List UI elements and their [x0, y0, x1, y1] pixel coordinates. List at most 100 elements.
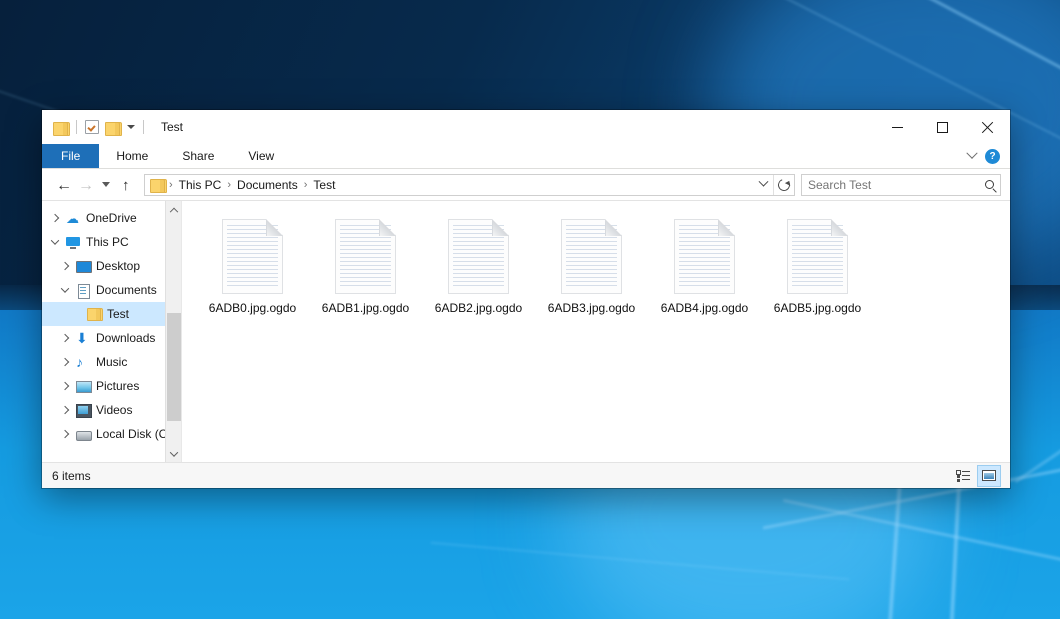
refresh-icon — [776, 177, 792, 193]
search-input[interactable] — [808, 178, 985, 192]
sidebar-item-desktop[interactable]: Desktop — [42, 254, 181, 278]
tab-home[interactable]: Home — [99, 144, 165, 168]
sidebar-label: Music — [96, 350, 127, 374]
file-list-pane[interactable]: 6ADB0.jpg.ogdo 6ADB1.jpg.ogdo — [182, 201, 1010, 462]
chevron-down-icon[interactable] — [127, 125, 135, 129]
navigation-pane: ☁ OneDrive This PC Desktop Documents — [42, 201, 182, 462]
file-name: 6ADB2.jpg.ogdo — [435, 301, 522, 315]
chevron-right-icon[interactable] — [60, 359, 70, 365]
sidebar-label: OneDrive — [86, 206, 137, 230]
document-icon — [335, 219, 396, 294]
ribbon-tabs: File Home Share View ? — [42, 144, 1010, 169]
file-explorer-window: Test File Home Share View ? — [42, 110, 1010, 488]
downloads-icon: ⬇ — [75, 332, 91, 345]
address-bar-row: › This PC › Documents › Test — [42, 169, 1010, 200]
file-item[interactable]: 6ADB5.jpg.ogdo — [761, 213, 874, 331]
search-box[interactable] — [801, 174, 1001, 196]
file-item[interactable]: 6ADB1.jpg.ogdo — [309, 213, 422, 331]
sidebar-label: Documents — [96, 278, 157, 302]
document-icon — [448, 219, 509, 294]
folder-icon[interactable] — [53, 121, 68, 134]
recent-locations-icon — [102, 182, 110, 187]
properties-icon[interactable] — [85, 120, 99, 134]
file-item[interactable]: 6ADB2.jpg.ogdo — [422, 213, 535, 331]
breadcrumb-this-pc[interactable]: This PC — [174, 175, 227, 195]
title-bar: Test — [42, 110, 1010, 144]
close-button[interactable] — [965, 110, 1010, 144]
scrollbar-thumb[interactable] — [167, 313, 181, 421]
tab-share[interactable]: Share — [165, 144, 231, 168]
maximize-button[interactable] — [920, 110, 965, 144]
chevron-right-icon[interactable] — [60, 335, 70, 341]
sidebar-scrollbar[interactable] — [165, 201, 181, 462]
file-name: 6ADB5.jpg.ogdo — [774, 301, 861, 315]
help-icon[interactable]: ? — [985, 149, 1000, 164]
file-name: 6ADB0.jpg.ogdo — [209, 301, 296, 315]
address-bar[interactable]: › This PC › Documents › Test — [144, 174, 795, 196]
sidebar-item-documents[interactable]: Documents — [42, 278, 181, 302]
address-folder-icon — [150, 178, 165, 191]
up-arrow-icon — [122, 179, 134, 191]
refresh-button[interactable] — [774, 175, 794, 195]
documents-icon — [75, 284, 91, 297]
pictures-icon — [75, 380, 91, 393]
file-item[interactable]: 6ADB4.jpg.ogdo — [648, 213, 761, 331]
chevron-down-icon — [758, 177, 768, 187]
chevron-right-icon[interactable] — [60, 407, 70, 413]
view-buttons — [952, 466, 1000, 486]
sidebar-item-onedrive[interactable]: ☁ OneDrive — [42, 206, 181, 230]
chevron-right-icon[interactable] — [60, 383, 70, 389]
back-arrow-icon — [56, 179, 68, 191]
address-dropdown-button[interactable] — [753, 175, 773, 195]
sidebar-item-test[interactable]: Test — [42, 302, 181, 326]
details-view-button[interactable] — [952, 466, 974, 486]
chevron-right-icon[interactable] — [50, 215, 60, 221]
chevron-down-icon[interactable] — [60, 287, 70, 293]
status-bar: 6 items — [42, 462, 1010, 488]
sidebar-label: Videos — [96, 398, 132, 422]
chevron-down-icon[interactable] — [966, 148, 977, 159]
details-view-icon — [956, 470, 970, 481]
forward-button[interactable] — [73, 174, 95, 196]
breadcrumb-test[interactable]: Test — [308, 175, 340, 195]
sidebar-item-local-disk[interactable]: Local Disk (C:) — [42, 422, 181, 446]
up-button[interactable] — [117, 174, 139, 196]
file-grid: 6ADB0.jpg.ogdo 6ADB1.jpg.ogdo — [182, 213, 1010, 331]
file-item[interactable]: 6ADB0.jpg.ogdo — [196, 213, 309, 331]
minimize-button[interactable] — [875, 110, 920, 144]
sidebar-item-videos[interactable]: Videos — [42, 398, 181, 422]
music-icon: ♪ — [75, 356, 91, 369]
sidebar-label: Local Disk (C:) — [96, 422, 175, 446]
document-icon — [561, 219, 622, 294]
address-bar-controls — [753, 175, 794, 195]
recent-locations-button[interactable] — [95, 174, 117, 196]
large-icons-view-button[interactable] — [978, 466, 1000, 486]
chevron-right-icon[interactable] — [60, 263, 70, 269]
sidebar-item-music[interactable]: ♪ Music — [42, 350, 181, 374]
sidebar-label: Pictures — [96, 374, 139, 398]
file-name: 6ADB1.jpg.ogdo — [322, 301, 409, 315]
sidebar-item-pictures[interactable]: Pictures — [42, 374, 181, 398]
new-folder-icon[interactable] — [105, 121, 120, 134]
back-button[interactable] — [51, 174, 73, 196]
file-name: 6ADB3.jpg.ogdo — [548, 301, 635, 315]
chevron-down-icon[interactable] — [50, 239, 60, 245]
tab-file[interactable]: File — [42, 144, 99, 168]
scroll-down-button[interactable] — [166, 446, 182, 462]
desktop-icon — [75, 260, 91, 273]
chevron-right-icon[interactable] — [60, 431, 70, 437]
window-title: Test — [161, 120, 183, 134]
scroll-up-button[interactable] — [166, 201, 181, 217]
sidebar-label: This PC — [86, 230, 129, 254]
sidebar-item-downloads[interactable]: ⬇ Downloads — [42, 326, 181, 350]
document-icon — [222, 219, 283, 294]
file-item[interactable]: 6ADB3.jpg.ogdo — [535, 213, 648, 331]
large-icons-view-icon — [982, 470, 996, 481]
sidebar-label: Downloads — [96, 326, 155, 350]
item-count-label: 6 items — [52, 469, 91, 483]
onedrive-icon: ☁ — [65, 212, 81, 225]
sidebar-item-this-pc[interactable]: This PC — [42, 230, 181, 254]
tab-view[interactable]: View — [231, 144, 291, 168]
breadcrumb-documents[interactable]: Documents — [232, 175, 303, 195]
search-icon[interactable] — [985, 180, 994, 189]
